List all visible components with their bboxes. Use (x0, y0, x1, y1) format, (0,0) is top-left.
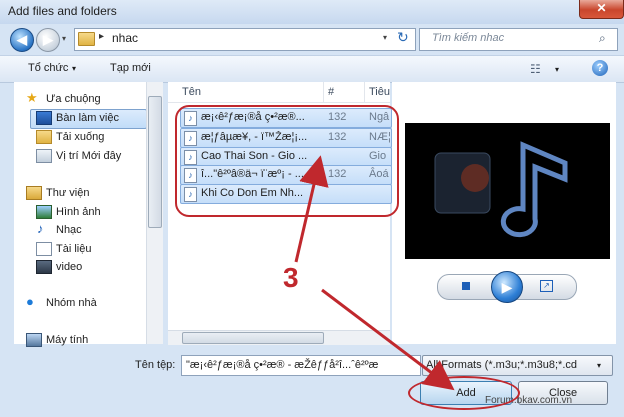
annotation-arrow-down (321, 288, 455, 391)
annotation-arrows (294, 155, 455, 391)
annotation-arrow-up (294, 155, 329, 263)
